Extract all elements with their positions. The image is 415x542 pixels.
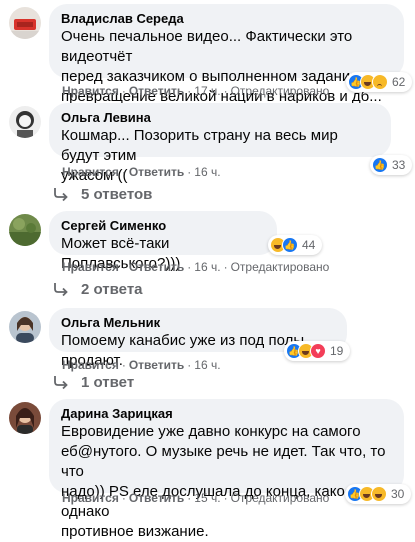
comment-text-line: Евровидение уже давно конкурс на самого [61,423,361,440]
like-reaction-icon: 👍 [372,157,388,173]
comment-author[interactable]: Ольга Левина [61,110,379,126]
comment-author[interactable]: Ольга Мельник [61,315,335,331]
reaction-count: 44 [302,238,316,252]
reply-link[interactable]: Ответить [129,165,184,179]
reply-link[interactable]: Ответить [129,358,184,372]
comment-text-line: противное визжание. [61,523,209,540]
replies-count: 1 ответ [81,374,135,391]
edited-label: Отредактировано [230,84,330,98]
avatar[interactable] [9,311,41,343]
replies-count: 5 ответов [81,186,153,203]
reply-link[interactable]: Ответить [129,84,184,98]
timestamp[interactable]: 16 ч. [194,165,220,179]
reply-arrow-icon [54,282,68,296]
reaction-count: 19 [330,344,344,358]
comment-meta: Нравится · Ответить · 16 ч. [62,165,221,179]
avatar[interactable] [9,7,41,39]
like-link[interactable]: Нравится [62,358,119,372]
reaction-summary[interactable]: 👍 33 [370,155,413,175]
like-link[interactable]: Нравится [62,165,119,179]
comment-meta: Нравится · Ответить · 17 ч. · Отредактировано [62,84,330,98]
comment-text-line: Кошмар... Позорить страну на весь мир бу… [61,127,338,164]
timestamp[interactable]: 15 ч. [194,491,220,505]
reply-arrow-icon [54,375,68,389]
view-replies-button[interactable]: 1 ответ [53,374,134,391]
like-link[interactable]: Нравится [62,260,119,274]
like-reaction-icon: 👍 [282,237,298,253]
reaction-summary[interactable]: 👍 62 [346,72,413,92]
reaction-count: 62 [392,75,406,89]
reaction-summary[interactable]: 👍 ♥ 19 [284,341,351,361]
timestamp[interactable]: 17 ч. [194,84,220,98]
sad-reaction-icon [372,74,388,90]
like-link[interactable]: Нравится [62,491,119,505]
comment-bubble: Сергей Сименко Может всё-таки Поплавсько… [49,211,277,272]
avatar[interactable] [9,106,41,138]
haha-reaction-icon [371,486,387,502]
view-replies-button[interactable]: 5 ответов [53,186,152,203]
comment-bubble: Владислав Середа Очень печальное видео..… [49,4,404,105]
replies-count: 2 ответа [81,281,143,298]
comment-text-line: Очень печальное видео... Фактически это … [61,28,353,65]
comment-text-line: еб@нутого. О музыке речь не идет. Так чт… [61,443,386,480]
reaction-count: 30 [391,487,405,501]
comment-meta: Нравится · Ответить · 16 ч. · Отредактировано [62,260,330,274]
timestamp[interactable]: 16 ч. [194,358,220,372]
reaction-summary[interactable]: 👍 30 [345,484,412,504]
comment-bubble: Ольга Левина Кошмар... Позорить страну н… [49,103,391,184]
avatar[interactable] [9,214,41,246]
like-link[interactable]: Нравится [62,84,119,98]
comment-author[interactable]: Дарина Зарицкая [61,406,392,422]
reaction-summary[interactable]: 👍 44 [268,235,323,255]
edited-label: Отредактировано [230,491,330,505]
reaction-count: 33 [392,158,406,172]
view-replies-button[interactable]: 2 ответа [53,281,143,298]
timestamp[interactable]: 16 ч. [194,260,220,274]
reply-link[interactable]: Ответить [129,491,184,505]
comment-bubble: Дарина Зарицкая Евровидение уже давно ко… [49,399,404,540]
comment-author[interactable]: Владислав Середа [61,11,392,27]
comment-meta: Нравится · Ответить · 15 ч. · Отредактировано [62,491,330,505]
avatar[interactable] [9,402,41,434]
comment-meta: Нравится · Ответить · 16 ч. [62,358,221,372]
reply-arrow-icon [54,187,68,201]
reply-link[interactable]: Ответить [129,260,184,274]
edited-label: Отредактировано [230,260,330,274]
love-reaction-icon: ♥ [310,343,326,359]
comment-author[interactable]: Сергей Сименко [61,218,265,234]
